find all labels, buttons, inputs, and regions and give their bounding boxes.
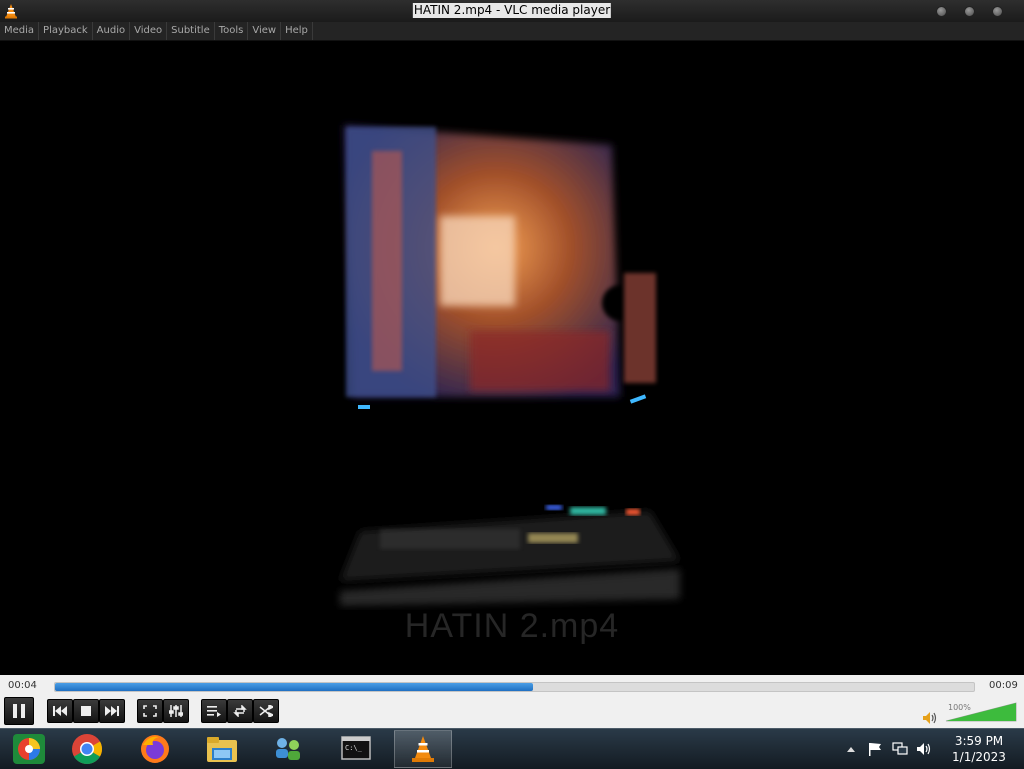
menu-audio[interactable]: Audio <box>93 22 131 40</box>
video-area[interactable]: HATIN 2.mp4 <box>0 41 1024 675</box>
menu-tools[interactable]: Tools <box>215 22 249 40</box>
network-icon <box>892 742 908 755</box>
speaker-icon[interactable] <box>922 711 938 725</box>
menu-view[interactable]: View <box>248 22 282 40</box>
vlc-cone-icon[interactable] <box>3 3 19 19</box>
playlist-icon <box>207 706 221 717</box>
maximize-button[interactable] <box>964 6 975 17</box>
loop-icon <box>233 705 247 717</box>
seek-bar[interactable] <box>54 682 975 692</box>
svg-text:C:\_: C:\_ <box>345 744 363 752</box>
menu-media[interactable]: Media <box>0 22 40 40</box>
taskbar: C:\_ 3:59 PM 1/1/2023 <box>0 728 1024 769</box>
pause-icon <box>13 704 25 718</box>
playlist-button[interactable] <box>201 699 227 723</box>
next-button[interactable] <box>99 699 125 723</box>
fullscreen-button[interactable] <box>137 699 163 723</box>
menu-subtitle[interactable]: Subtitle <box>167 22 215 40</box>
file-explorer-icon <box>207 737 237 762</box>
network-people-icon <box>276 738 300 760</box>
volume-tray-button[interactable] <box>916 729 932 769</box>
menu-help[interactable]: Help <box>281 22 313 40</box>
fullscreen-icon <box>143 705 157 717</box>
video-title-overlay: HATIN 2.mp4 <box>404 607 620 645</box>
previous-icon <box>53 706 67 716</box>
command-prompt-icon: C:\_ <box>341 736 371 760</box>
playback-controls: 00:04 00:09 100% <box>0 675 1024 728</box>
flag-icon <box>869 743 881 756</box>
taskbar-app-firefox[interactable] <box>126 730 184 768</box>
taskbar-app-command-prompt[interactable]: C:\_ <box>327 730 385 768</box>
loop-button[interactable] <box>227 699 253 723</box>
firefox-icon <box>141 735 169 763</box>
shuffle-icon <box>259 705 273 717</box>
total-time: 00:09 <box>989 680 1018 691</box>
color-wheel-icon <box>13 734 45 764</box>
menu-bar: Media Playback Audio Video Subtitle Tool… <box>0 22 1024 41</box>
action-center-button[interactable] <box>868 729 882 769</box>
menu-video[interactable]: Video <box>130 22 168 40</box>
network-tray-button[interactable] <box>892 729 908 769</box>
seek-progress <box>55 683 533 691</box>
extended-settings-button[interactable] <box>163 699 189 723</box>
taskbar-app-color-wheel[interactable] <box>0 730 58 768</box>
elapsed-time: 00:04 <box>8 680 37 691</box>
volume-slider[interactable] <box>944 701 1018 723</box>
system-clock[interactable]: 3:59 PM 1/1/2023 <box>946 733 1012 765</box>
taskbar-app-vlc[interactable] <box>394 730 452 768</box>
previous-button[interactable] <box>47 699 73 723</box>
taskbar-app-file-explorer[interactable] <box>193 730 251 768</box>
clock-time: 3:59 PM <box>954 734 1004 748</box>
taskbar-app-network-people[interactable] <box>259 730 317 768</box>
taskbar-app-chrome[interactable] <box>58 730 116 768</box>
chrome-icon <box>72 734 103 764</box>
video-frame <box>338 81 680 606</box>
clock-date: 1/1/2023 <box>952 750 1006 764</box>
shuffle-button[interactable] <box>253 699 279 723</box>
minimize-button[interactable] <box>936 6 947 17</box>
title-bar: HATIN 2.mp4 - VLC media player <box>0 0 1024 22</box>
pause-button[interactable] <box>4 697 34 725</box>
speaker-icon <box>917 743 931 755</box>
vlc-cone-icon <box>412 736 434 762</box>
stop-button[interactable] <box>73 699 99 723</box>
next-icon <box>105 706 119 716</box>
close-button[interactable] <box>992 6 1003 17</box>
show-hidden-icons-button[interactable] <box>846 729 856 769</box>
menu-playback[interactable]: Playback <box>39 22 93 40</box>
equalizer-icon <box>169 705 183 717</box>
chevron-up-icon <box>847 747 855 752</box>
stop-icon <box>81 706 91 716</box>
window-title: HATIN 2.mp4 - VLC media player <box>412 3 612 18</box>
